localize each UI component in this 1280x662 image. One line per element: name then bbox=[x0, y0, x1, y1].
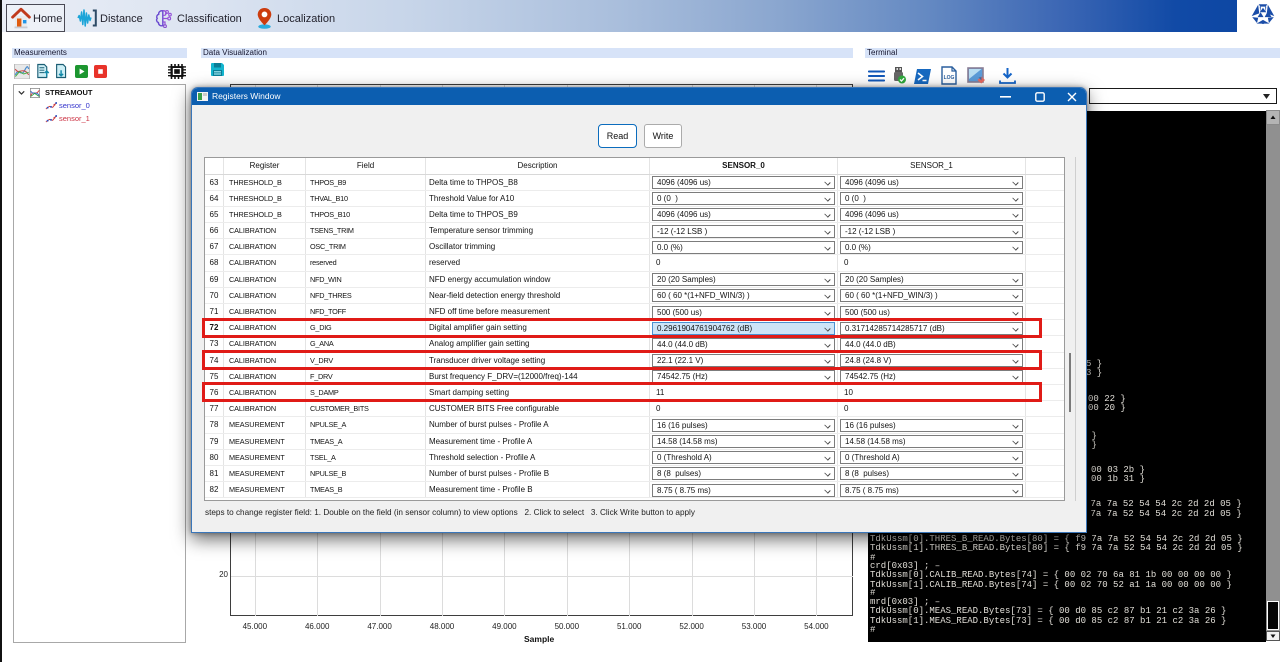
svg-text:LOG: LOG bbox=[944, 75, 955, 81]
